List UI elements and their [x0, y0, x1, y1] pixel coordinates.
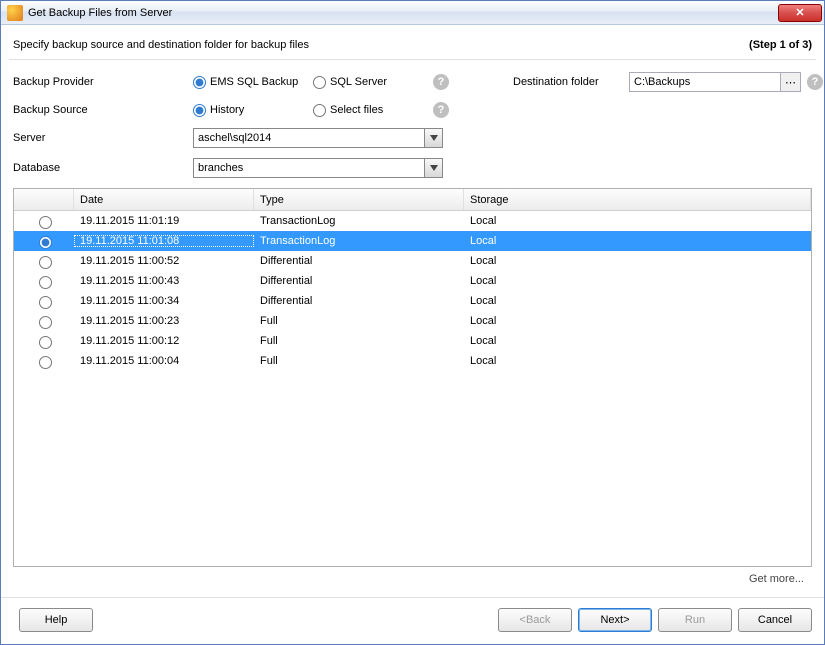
help-icon[interactable]: ?	[807, 74, 823, 90]
table-row[interactable]: 19.11.2015 11:00:04FullLocal	[14, 351, 811, 371]
col-storage[interactable]: Storage	[464, 189, 811, 210]
col-date[interactable]: Date	[74, 189, 254, 210]
source-select-radio-input[interactable]	[313, 104, 326, 117]
row-radio[interactable]	[39, 216, 52, 229]
database-combo[interactable]	[193, 158, 443, 178]
cell-storage: Local	[464, 255, 811, 267]
step-indicator: (Step 1 of 3)	[749, 39, 812, 51]
cell-type: Full	[254, 335, 464, 347]
get-more-link[interactable]: Get more...	[13, 567, 812, 585]
close-button[interactable]: ✕	[778, 4, 822, 22]
provider-ems-radio[interactable]: EMS SQL Backup	[193, 76, 313, 89]
header-row: Specify backup source and destination fo…	[1, 25, 824, 59]
table-row[interactable]: 19.11.2015 11:00:12FullLocal	[14, 331, 811, 351]
cell-date: 19.11.2015 11:00:04	[74, 355, 254, 367]
database-input[interactable]	[194, 159, 424, 177]
table-row[interactable]: 19.11.2015 11:01:19TransactionLogLocal	[14, 211, 811, 231]
footer: Help <Back Next> Run Cancel	[1, 597, 824, 644]
server-label: Server	[13, 132, 193, 144]
provider-sql-radio[interactable]: SQL Server	[313, 76, 433, 89]
col-type[interactable]: Type	[254, 189, 464, 210]
cell-storage: Local	[464, 355, 811, 367]
provider-ems-label: EMS SQL Backup	[210, 76, 298, 88]
source-select-label: Select files	[330, 104, 383, 116]
table-body: 19.11.2015 11:01:19TransactionLogLocal19…	[14, 211, 811, 371]
cell-date: 19.11.2015 11:00:23	[74, 315, 254, 327]
row-radio[interactable]	[39, 356, 52, 369]
cell-storage: Local	[464, 215, 811, 227]
row-radio[interactable]	[39, 276, 52, 289]
row-radio[interactable]	[39, 296, 52, 309]
table-header: Date Type Storage	[14, 189, 811, 211]
server-dropdown-button[interactable]	[424, 129, 442, 147]
help-icon[interactable]: ?	[433, 74, 449, 90]
titlebar: Get Backup Files from Server ✕	[1, 1, 824, 25]
table-row[interactable]: 19.11.2015 11:00:43DifferentialLocal	[14, 271, 811, 291]
help-icon[interactable]: ?	[433, 102, 449, 118]
row-radio[interactable]	[39, 256, 52, 269]
source-select-radio[interactable]: Select files	[313, 104, 433, 117]
server-combo[interactable]	[193, 128, 443, 148]
destination-folder-label: Destination folder	[513, 76, 623, 88]
table-row[interactable]: 19.11.2015 11:00:34DifferentialLocal	[14, 291, 811, 311]
cell-type: Differential	[254, 295, 464, 307]
cell-type: Full	[254, 315, 464, 327]
cell-date: 19.11.2015 11:01:08	[74, 235, 254, 247]
cell-storage: Local	[464, 235, 811, 247]
source-history-radio-input[interactable]	[193, 104, 206, 117]
provider-ems-radio-input[interactable]	[193, 76, 206, 89]
provider-sql-radio-input[interactable]	[313, 76, 326, 89]
cell-date: 19.11.2015 11:00:52	[74, 255, 254, 267]
source-history-radio[interactable]: History	[193, 104, 313, 117]
server-input[interactable]	[194, 129, 424, 147]
cell-date: 19.11.2015 11:00:43	[74, 275, 254, 287]
cell-storage: Local	[464, 275, 811, 287]
cell-date: 19.11.2015 11:01:19	[74, 215, 254, 227]
table-row[interactable]: 19.11.2015 11:01:08TransactionLogLocal	[14, 231, 811, 251]
database-dropdown-button[interactable]	[424, 159, 442, 177]
backup-source-label: Backup Source	[13, 104, 193, 116]
cell-type: TransactionLog	[254, 215, 464, 227]
row-radio[interactable]	[39, 336, 52, 349]
cell-type: TransactionLog	[254, 235, 464, 247]
chevron-down-icon	[430, 165, 438, 171]
cell-storage: Local	[464, 335, 811, 347]
row-radio[interactable]	[39, 236, 52, 249]
table-row[interactable]: 19.11.2015 11:00:52DifferentialLocal	[14, 251, 811, 271]
database-label: Database	[13, 162, 193, 174]
back-button[interactable]: <Back	[498, 608, 572, 632]
run-button[interactable]: Run	[658, 608, 732, 632]
browse-button[interactable]: ⋯	[780, 73, 800, 91]
cell-type: Differential	[254, 275, 464, 287]
row-radio[interactable]	[39, 316, 52, 329]
cell-storage: Local	[464, 295, 811, 307]
help-button[interactable]: Help	[19, 608, 93, 632]
table-row[interactable]: 19.11.2015 11:00:23FullLocal	[14, 311, 811, 331]
cancel-button[interactable]: Cancel	[738, 608, 812, 632]
dialog-window: Get Backup Files from Server ✕ Specify b…	[0, 0, 825, 645]
ellipsis-icon: ⋯	[785, 76, 796, 89]
close-icon: ✕	[795, 6, 804, 19]
app-icon	[7, 5, 23, 21]
instruction-text: Specify backup source and destination fo…	[13, 39, 309, 51]
next-button[interactable]: Next>	[578, 608, 652, 632]
source-history-label: History	[210, 104, 244, 116]
provider-sql-label: SQL Server	[330, 76, 387, 88]
cell-date: 19.11.2015 11:00:12	[74, 335, 254, 347]
cell-type: Full	[254, 355, 464, 367]
destination-folder-field: ⋯	[629, 72, 801, 92]
cell-storage: Local	[464, 315, 811, 327]
backup-table: Date Type Storage 19.11.2015 11:01:19Tra…	[13, 188, 812, 567]
window-title: Get Backup Files from Server	[28, 7, 778, 19]
cell-date: 19.11.2015 11:00:34	[74, 295, 254, 307]
backup-provider-label: Backup Provider	[13, 76, 193, 88]
destination-folder-input[interactable]	[630, 73, 780, 91]
cell-type: Differential	[254, 255, 464, 267]
chevron-down-icon	[430, 135, 438, 141]
